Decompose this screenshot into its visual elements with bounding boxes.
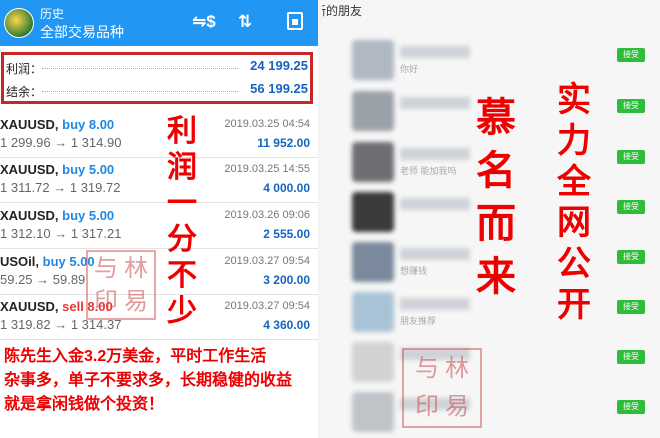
trade-datetime: 2019.03.27 09:54 <box>224 255 310 267</box>
friend-message: 老师 能加我吗 <box>400 166 457 176</box>
trade-prices: 1 299.96 → 1 314.90 <box>0 135 122 150</box>
overlay-caption: 陈先生入金3.2万美金，平时工作生活 杂事多，单子不要求多，长期稳健的收益 就是… <box>4 348 293 413</box>
currency-exchange-icon[interactable]: ⇋$ <box>192 12 216 32</box>
trade-profit: 11 952.00 <box>257 136 310 150</box>
trade-symbol: XAUUSD, <box>0 117 59 132</box>
trade-side: buy 5.00 <box>62 162 115 177</box>
profit-label: 利润： <box>6 62 43 76</box>
trade-symbol: USOil, <box>0 254 40 269</box>
trade-row[interactable]: XAUUSD, sell 8.00 1 319.82 → 1 314.37 20… <box>0 295 318 340</box>
avatar <box>352 292 394 332</box>
accept-button[interactable]: 接受 <box>617 48 645 62</box>
friend-name <box>400 46 470 58</box>
friend-message: 你好 <box>400 64 419 74</box>
accept-button[interactable]: 接受 <box>617 300 645 314</box>
trade-profit: 3 200.00 <box>263 273 310 287</box>
trade-row[interactable]: XAUUSD, buy 5.00 1 311.72 → 1 319.72 201… <box>0 158 318 203</box>
friend-message: 朋友推荐 <box>400 316 437 326</box>
watermark-seal: 与林印易 <box>402 348 482 428</box>
overlay-slogan-a: 慕 名 而 来 <box>476 96 516 299</box>
friend-request[interactable]: 接受 <box>322 388 660 438</box>
accept-button[interactable]: 接受 <box>617 99 645 113</box>
trade-row[interactable]: USOil, buy 5.00 59.25 → 59.89 2019.03.27… <box>0 250 318 295</box>
balance-label: 结余： <box>6 85 43 99</box>
top-bar: 历史 全部交易品种 ⇋$ ⇅ <box>0 0 318 46</box>
friend-message: 想赚钱 <box>400 266 428 276</box>
new-friends-panel: 新的朋友 你好 接受 接受 老师 能加我吗 接受 接受 想赚钱 接受 朋友推荐 … <box>322 0 660 438</box>
friend-request[interactable]: 你好 接受 <box>322 36 660 86</box>
balance-value: 56 199.25 <box>250 81 308 96</box>
trade-symbol: XAUUSD, <box>0 208 59 223</box>
profit-row: 利润： 24 199.25 <box>6 58 308 78</box>
watermark-seal: 与林印易 <box>86 250 156 320</box>
trade-side: buy 8.00 <box>62 117 115 132</box>
app-logo-icon[interactable] <box>4 8 34 38</box>
friend-name <box>400 198 470 210</box>
accept-button[interactable]: 接受 <box>617 250 645 264</box>
page-title: 历史 <box>40 7 65 21</box>
trade-datetime: 2019.03.25 14:55 <box>224 163 310 175</box>
accept-button[interactable]: 接受 <box>617 150 645 164</box>
trade-history-panel: 历史 全部交易品种 ⇋$ ⇅ 利润： 24 199.25 结余： 56 199.… <box>0 0 318 438</box>
trade-prices: 59.25 → 59.89 <box>0 272 86 287</box>
avatar <box>352 40 394 80</box>
avatar <box>352 91 394 131</box>
friend-name <box>400 298 470 310</box>
trade-side: buy 5.00 <box>62 208 115 223</box>
trade-profit: 4 360.00 <box>263 318 310 332</box>
friend-name <box>400 97 470 109</box>
trade-datetime: 2019.03.25 04:54 <box>224 118 310 130</box>
balance-row: 结余： 56 199.25 <box>6 81 308 101</box>
overlay-slogan-b: 实 力 全 网 公 开 <box>557 81 591 324</box>
trade-profit: 4 000.00 <box>263 181 310 195</box>
panel-title: 新的朋友 <box>322 4 363 18</box>
avatar <box>352 242 394 282</box>
profit-value: 24 199.25 <box>250 58 308 73</box>
symbol-filter[interactable]: 全部交易品种 <box>40 22 124 42</box>
avatar <box>352 392 394 432</box>
accept-button[interactable]: 接受 <box>617 400 645 414</box>
avatar <box>352 342 394 382</box>
avatar <box>352 142 394 182</box>
trade-profit: 2 555.00 <box>263 227 310 241</box>
trade-row[interactable]: XAUUSD, buy 5.00 1 312.10 → 1 317.21 201… <box>0 204 318 249</box>
summary-box: 利润： 24 199.25 结余： 56 199.25 <box>1 52 313 104</box>
calendar-icon[interactable] <box>287 12 303 30</box>
trade-datetime: 2019.03.27 09:54 <box>224 300 310 312</box>
sort-icon[interactable]: ⇅ <box>238 12 252 32</box>
trade-symbol: XAUUSD, <box>0 299 59 314</box>
avatar <box>352 192 394 232</box>
accept-button[interactable]: 接受 <box>617 200 645 214</box>
trade-prices: 1 312.10 → 1 317.21 <box>0 226 122 241</box>
trade-symbol: XAUUSD, <box>0 162 59 177</box>
trade-prices: 1 311.72 → 1 319.72 <box>0 180 121 195</box>
overlay-vertical-slogan: 利 润 一 分 不 少 <box>167 115 197 328</box>
accept-button[interactable]: 接受 <box>617 350 645 364</box>
trade-datetime: 2019.03.26 09:06 <box>224 209 310 221</box>
friend-name <box>400 148 470 160</box>
trade-row[interactable]: XAUUSD, buy 8.00 1 299.96 → 1 314.90 201… <box>0 113 318 158</box>
friend-name <box>400 248 470 260</box>
friend-request[interactable]: 接受 <box>322 338 660 388</box>
